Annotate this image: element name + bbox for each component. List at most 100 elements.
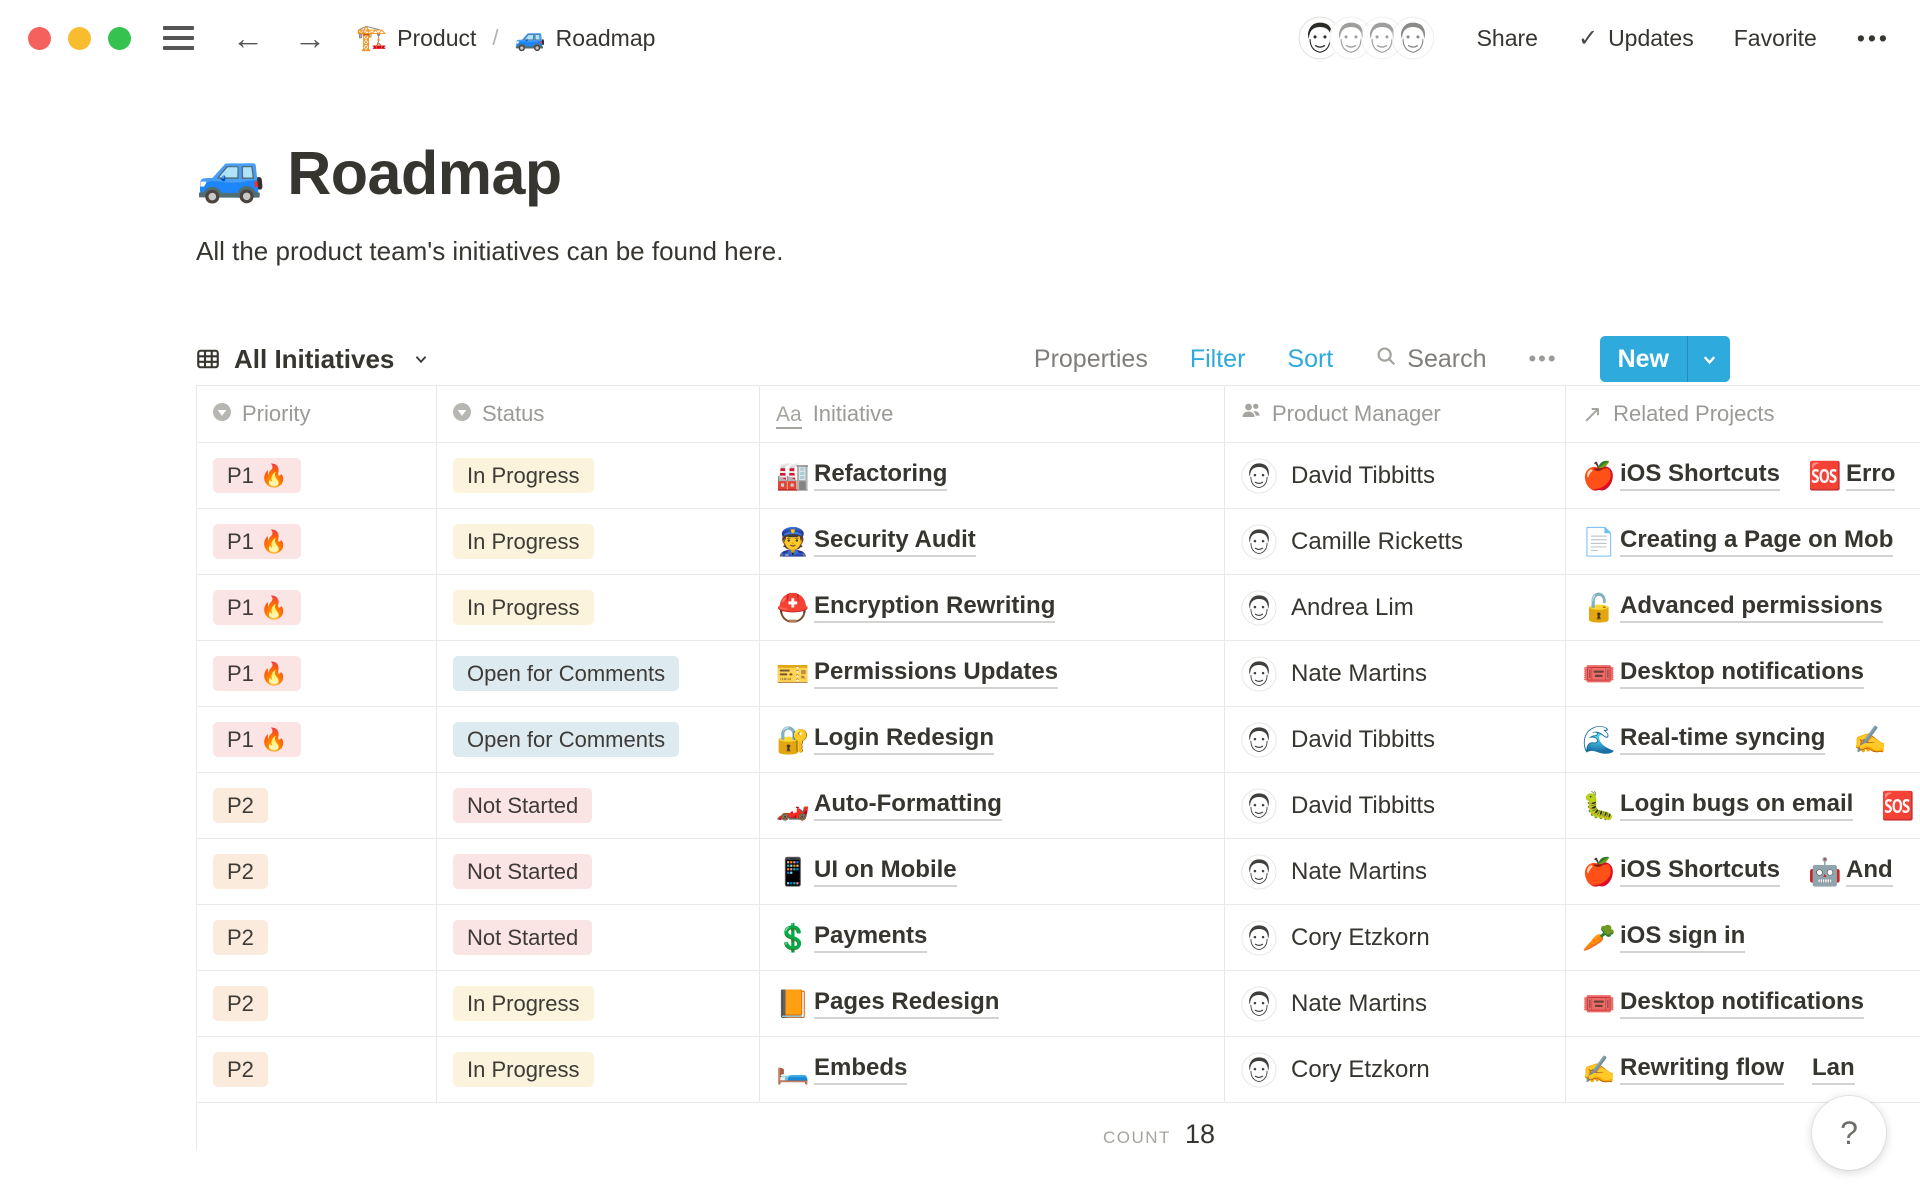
filter-button[interactable]: Filter bbox=[1190, 345, 1246, 374]
related-project-item[interactable]: 🐛Login bugs on email bbox=[1582, 790, 1853, 822]
status-cell[interactable]: Open for Comments bbox=[437, 641, 760, 706]
forward-button[interactable]: → bbox=[294, 22, 326, 54]
zoom-window-button[interactable] bbox=[108, 27, 131, 50]
related-project-item[interactable]: 🍎iOS Shortcuts bbox=[1582, 460, 1780, 492]
related-projects-cell[interactable]: 📄Creating a Page on Mob bbox=[1566, 509, 1920, 574]
related-projects-cell[interactable]: 🌊Real-time syncing✍️ bbox=[1566, 707, 1920, 772]
initiative-link[interactable]: Security Audit bbox=[814, 526, 976, 557]
priority-cell[interactable]: P2 bbox=[197, 773, 437, 838]
product-manager-cell[interactable]: Andrea Lim bbox=[1225, 575, 1566, 640]
related-project-link[interactable]: Rewriting flow bbox=[1620, 1054, 1784, 1085]
initiative-cell[interactable]: 🏎️Auto-Formatting bbox=[760, 773, 1225, 838]
priority-cell[interactable]: P2 bbox=[197, 971, 437, 1036]
column-header-status[interactable]: Status bbox=[437, 386, 760, 442]
status-cell[interactable]: Open for Comments bbox=[437, 707, 760, 772]
status-cell[interactable]: Not Started bbox=[437, 773, 760, 838]
initiative-link[interactable]: UI on Mobile bbox=[814, 856, 957, 887]
initiative-cell[interactable]: 🔐Login Redesign bbox=[760, 707, 1225, 772]
view-more-options-icon[interactable]: ••• bbox=[1528, 346, 1557, 372]
initiative-cell[interactable]: 💲Payments bbox=[760, 905, 1225, 970]
initiative-cell[interactable]: ⛑️Encryption Rewriting bbox=[760, 575, 1225, 640]
product-manager-cell[interactable]: Nate Martins bbox=[1225, 971, 1566, 1036]
related-project-link[interactable]: iOS Shortcuts bbox=[1620, 856, 1780, 887]
related-project-item[interactable]: 🍎iOS Shortcuts bbox=[1582, 856, 1780, 888]
product-manager-cell[interactable]: David Tibbitts bbox=[1225, 773, 1566, 838]
related-project-link[interactable]: Real-time syncing bbox=[1620, 724, 1825, 755]
column-header-initiative[interactable]: AaInitiative bbox=[760, 386, 1225, 442]
product-manager-cell[interactable]: Nate Martins bbox=[1225, 641, 1566, 706]
related-project-link[interactable]: iOS sign in bbox=[1620, 922, 1745, 953]
related-project-item[interactable]: 🥕iOS sign in bbox=[1582, 922, 1745, 954]
status-cell[interactable]: In Progress bbox=[437, 575, 760, 640]
priority-cell[interactable]: P2 bbox=[197, 905, 437, 970]
related-project-item[interactable]: 🌊Real-time syncing bbox=[1582, 724, 1825, 756]
more-options-icon[interactable]: ••• bbox=[1857, 25, 1890, 52]
column-header-related[interactable]: ↗Related Projects bbox=[1566, 386, 1920, 442]
product-manager-cell[interactable]: Camille Ricketts bbox=[1225, 509, 1566, 574]
related-projects-cell[interactable]: ✍️Rewriting flow Lan bbox=[1566, 1037, 1920, 1102]
breadcrumb-item-product[interactable]: 🏗️ Product bbox=[356, 24, 476, 53]
product-manager-cell[interactable]: David Tibbitts bbox=[1225, 443, 1566, 508]
sidebar-toggle-icon[interactable] bbox=[163, 26, 194, 50]
status-cell[interactable]: In Progress bbox=[437, 509, 760, 574]
priority-cell[interactable]: P2 bbox=[197, 839, 437, 904]
initiative-cell[interactable]: 🛏️Embeds bbox=[760, 1037, 1225, 1102]
initiative-cell[interactable]: 🎫Permissions Updates bbox=[760, 641, 1225, 706]
initiative-link[interactable]: Permissions Updates bbox=[814, 658, 1058, 689]
page-icon-car[interactable]: 🚙 bbox=[196, 140, 265, 206]
related-project-item[interactable]: 🤖And bbox=[1808, 856, 1893, 888]
priority-cell[interactable]: P2 bbox=[197, 1037, 437, 1102]
related-projects-cell[interactable]: 🐛Login bugs on email 🆘 bbox=[1566, 773, 1920, 838]
related-project-item[interactable]: 🎟️Desktop notifications bbox=[1582, 658, 1864, 690]
related-projects-cell[interactable]: 🍎iOS Shortcuts 🤖And bbox=[1566, 839, 1920, 904]
related-project-item[interactable]: 🆘Erro bbox=[1808, 460, 1895, 492]
related-project-item[interactable]: 🆘 bbox=[1881, 790, 1919, 822]
status-cell[interactable]: Not Started bbox=[437, 839, 760, 904]
column-header-priority[interactable]: Priority bbox=[197, 386, 437, 442]
related-project-item[interactable]: ✍️Rewriting flow bbox=[1582, 1054, 1784, 1086]
initiative-link[interactable]: Encryption Rewriting bbox=[814, 592, 1055, 623]
updates-button[interactable]: ✓ Updates bbox=[1578, 24, 1694, 53]
related-project-item[interactable]: Lan bbox=[1812, 1054, 1855, 1085]
related-projects-cell[interactable]: 🔓Advanced permissions bbox=[1566, 575, 1920, 640]
priority-cell[interactable]: P1 🔥 bbox=[197, 509, 437, 574]
favorite-button[interactable]: Favorite bbox=[1734, 25, 1817, 52]
initiative-cell[interactable]: 🏭Refactoring bbox=[760, 443, 1225, 508]
initiative-cell[interactable]: 👮Security Audit bbox=[760, 509, 1225, 574]
status-cell[interactable]: Not Started bbox=[437, 905, 760, 970]
related-project-item[interactable]: 🔓Advanced permissions bbox=[1582, 592, 1883, 624]
priority-cell[interactable]: P1 🔥 bbox=[197, 641, 437, 706]
new-chevron-down-icon[interactable] bbox=[1688, 336, 1730, 382]
new-button[interactable]: New bbox=[1600, 336, 1730, 382]
status-cell[interactable]: In Progress bbox=[437, 443, 760, 508]
related-project-link[interactable]: Lan bbox=[1812, 1054, 1855, 1085]
related-project-item[interactable]: 🎟️Desktop notifications bbox=[1582, 988, 1864, 1020]
properties-button[interactable]: Properties bbox=[1034, 345, 1148, 374]
initiative-link[interactable]: Embeds bbox=[814, 1054, 907, 1085]
related-project-link[interactable]: iOS Shortcuts bbox=[1620, 460, 1780, 491]
initiative-cell[interactable]: 📱UI on Mobile bbox=[760, 839, 1225, 904]
related-projects-cell[interactable]: 🍎iOS Shortcuts 🆘Erro bbox=[1566, 443, 1920, 508]
product-manager-cell[interactable]: David Tibbitts bbox=[1225, 707, 1566, 772]
sort-button[interactable]: Sort bbox=[1287, 345, 1333, 374]
related-project-link[interactable]: Creating a Page on Mob bbox=[1620, 526, 1893, 557]
related-project-link[interactable]: Advanced permissions bbox=[1620, 592, 1883, 623]
priority-cell[interactable]: P1 🔥 bbox=[197, 707, 437, 772]
breadcrumb-item-roadmap[interactable]: 🚙 Roadmap bbox=[515, 24, 656, 53]
related-project-link[interactable]: Login bugs on email bbox=[1620, 790, 1853, 821]
related-projects-cell[interactable]: 🎟️Desktop notifications bbox=[1566, 641, 1920, 706]
related-project-link[interactable]: Desktop notifications bbox=[1620, 658, 1864, 689]
product-manager-cell[interactable]: Cory Etzkorn bbox=[1225, 1037, 1566, 1102]
related-projects-cell[interactable]: 🥕iOS sign in bbox=[1566, 905, 1920, 970]
minimize-window-button[interactable] bbox=[68, 27, 91, 50]
column-header-pm[interactable]: Product Manager bbox=[1225, 386, 1566, 442]
search-button[interactable]: Search bbox=[1375, 345, 1486, 374]
related-project-link[interactable]: Erro bbox=[1846, 460, 1895, 491]
priority-cell[interactable]: P1 🔥 bbox=[197, 575, 437, 640]
initiative-link[interactable]: Refactoring bbox=[814, 460, 947, 491]
related-projects-cell[interactable]: 🎟️Desktop notifications bbox=[1566, 971, 1920, 1036]
related-project-item[interactable]: 📄Creating a Page on Mob bbox=[1582, 526, 1893, 558]
initiative-cell[interactable]: 📙Pages Redesign bbox=[760, 971, 1225, 1036]
initiative-link[interactable]: Auto-Formatting bbox=[814, 790, 1002, 821]
product-manager-cell[interactable]: Nate Martins bbox=[1225, 839, 1566, 904]
